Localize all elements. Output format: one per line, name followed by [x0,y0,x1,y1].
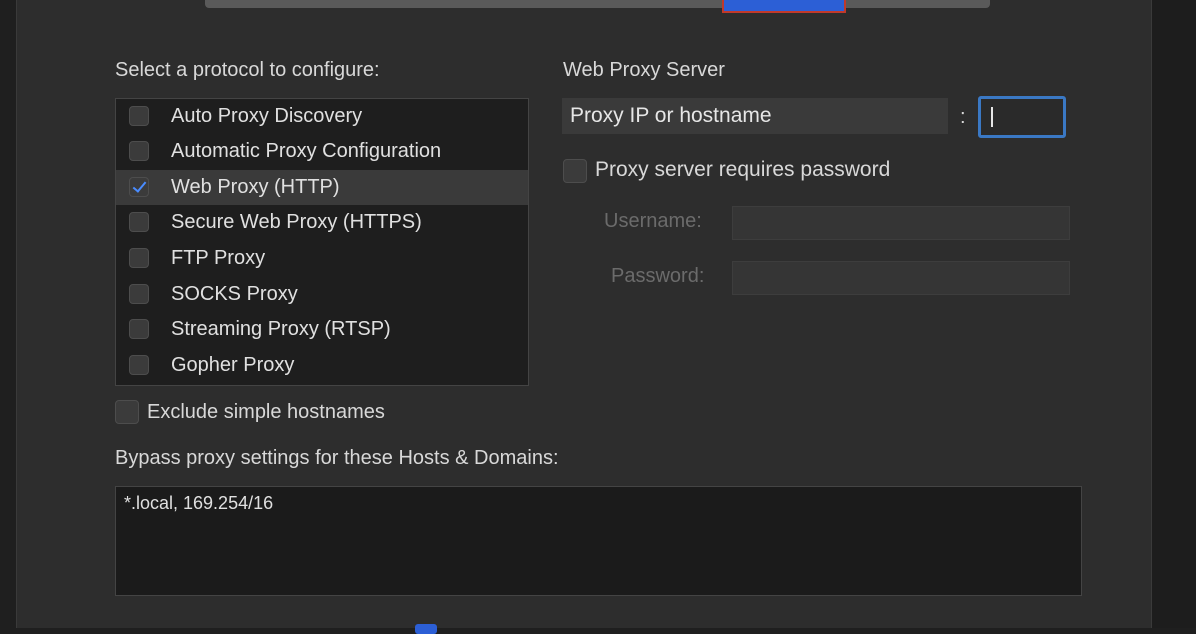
protocol-label: SOCKS Proxy [171,283,298,305]
protocol-row-gopher-proxy[interactable]: Gopher Proxy [116,348,528,383]
username-input[interactable] [732,206,1070,240]
protocol-row-auto-proxy-discovery[interactable]: Auto Proxy Discovery [116,99,528,134]
protocol-row-secure-web-proxy-https[interactable]: Secure Web Proxy (HTTPS) [116,205,528,240]
text-caret [991,107,993,127]
requires-password-label: Proxy server requires password [595,158,891,181]
protocol-label: FTP Proxy [171,247,266,269]
protocol-list: Auto Proxy Discovery Automatic Proxy Con… [115,98,529,386]
protocol-row-web-proxy-http[interactable]: Web Proxy (HTTP) [116,170,528,205]
protocol-heading: Select a protocol to configure: [115,59,380,81]
proxy-port-input[interactable] [978,96,1066,138]
protocol-label: Streaming Proxy (RTSP) [171,318,391,340]
requires-password-checkbox[interactable] [563,159,587,183]
host-port-separator: : [960,106,966,128]
tab-proxies[interactable] [722,0,846,13]
network-proxies-window: Select a protocol to configure: Auto Pro… [0,0,1196,634]
protocol-label: Auto Proxy Discovery [171,105,363,127]
checkbox-ftp-proxy[interactable] [129,248,149,268]
protocol-row-socks-proxy[interactable]: SOCKS Proxy [116,277,528,312]
protocol-row-ftp-proxy[interactable]: FTP Proxy [116,241,528,276]
bypass-hosts-textarea[interactable]: *.local, 169.254/16 [115,486,1082,596]
checkbox-web-proxy-http[interactable] [129,177,149,197]
checkbox-automatic-proxy-configuration[interactable] [129,141,149,161]
checkbox-socks-proxy[interactable] [129,284,149,304]
exclude-simple-hostnames-label: Exclude simple hostnames [147,401,385,423]
username-label: Username: [604,210,702,232]
protocol-label: Gopher Proxy [171,354,295,376]
protocol-row-streaming-proxy-rtsp[interactable]: Streaming Proxy (RTSP) [116,312,528,347]
protocol-label: Automatic Proxy Configuration [171,140,442,162]
window-edge [1152,0,1196,628]
server-heading: Web Proxy Server [563,59,725,81]
bottom-checkbox[interactable] [415,624,437,634]
tab-bar [205,0,990,8]
protocol-label: Web Proxy (HTTP) [171,176,340,198]
checkbox-gopher-proxy[interactable] [129,355,149,375]
bypass-hosts-value: *.local, 169.254/16 [124,493,274,513]
checkbox-secure-web-proxy-https[interactable] [129,212,149,232]
proxy-host-input[interactable] [562,98,948,134]
bypass-heading: Bypass proxy settings for these Hosts & … [115,447,559,469]
password-input[interactable] [732,261,1070,295]
checkbox-auto-proxy-discovery[interactable] [129,106,149,126]
protocol-row-automatic-proxy-configuration[interactable]: Automatic Proxy Configuration [116,134,528,169]
protocol-label: Secure Web Proxy (HTTPS) [171,211,422,233]
password-label: Password: [611,265,705,287]
exclude-simple-hostnames-checkbox[interactable] [115,400,139,424]
checkbox-streaming-proxy-rtsp[interactable] [129,319,149,339]
